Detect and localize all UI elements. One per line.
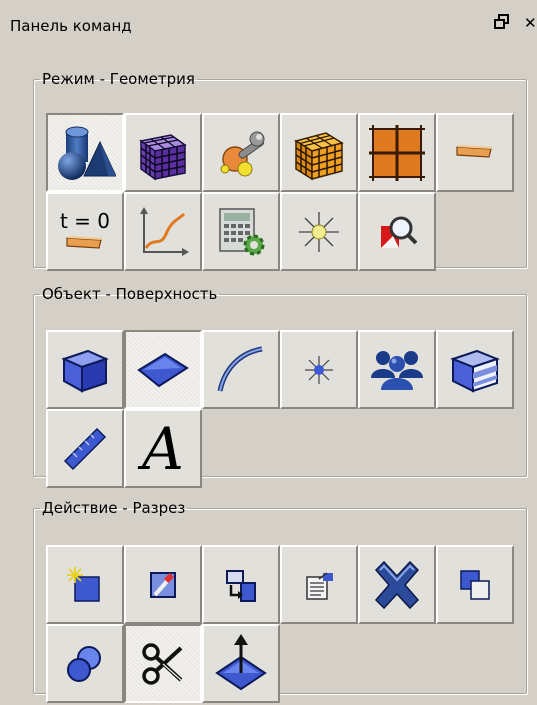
beam-section-button[interactable] — [436, 113, 514, 192]
geometry-primitives-icon — [58, 126, 116, 180]
grid-plane-icon — [369, 124, 425, 181]
transform-button[interactable] — [202, 545, 280, 624]
section-cut-button[interactable] — [124, 624, 202, 703]
text-button[interactable]: A — [124, 409, 202, 488]
transform-icon — [226, 569, 256, 602]
new-object-button[interactable] — [46, 545, 124, 624]
mesh-cube-button[interactable] — [124, 113, 202, 192]
properties-icon — [306, 571, 333, 600]
properties-button[interactable] — [280, 545, 358, 624]
geometry-mode-button[interactable] — [46, 113, 124, 192]
object-button-grid: A — [46, 330, 514, 488]
panel-title-bar: Панель команд ✕ — [0, 0, 537, 44]
ruler-icon — [63, 427, 107, 470]
orange-mesh-cube-icon — [294, 131, 344, 180]
point-icon — [305, 355, 333, 384]
extrude-icon — [215, 633, 267, 690]
tools-button[interactable] — [202, 113, 280, 192]
beam-section-icon — [456, 144, 493, 158]
edit-object-icon — [150, 571, 176, 598]
new-object-icon — [67, 566, 100, 602]
calculator-gear-icon — [219, 207, 265, 255]
curve-button[interactable] — [202, 330, 280, 409]
text-a-icon: A — [142, 414, 184, 483]
ruler-button[interactable] — [46, 409, 124, 488]
surface-button[interactable] — [124, 330, 202, 409]
close-icon[interactable]: ✕ — [524, 16, 537, 31]
zoom-shape-icon — [381, 216, 418, 248]
group-button[interactable] — [358, 330, 436, 409]
float-window-icon[interactable] — [494, 14, 510, 30]
action-button-grid — [46, 545, 514, 703]
group-action-legend: Действие - Разрез — [42, 499, 186, 517]
calculator-button[interactable] — [202, 192, 280, 271]
time-zero-label: t = 0 — [59, 208, 111, 233]
group-people-icon — [371, 350, 423, 390]
time-zero-icon: t = 0 — [60, 210, 110, 254]
panel-title: Панель команд — [10, 17, 132, 35]
group-object-legend: Объект - Поверхность — [42, 285, 218, 303]
copy-icon — [460, 569, 490, 600]
grid-plane-button[interactable] — [358, 113, 436, 192]
group-mode-legend: Режим - Геометрия — [42, 70, 195, 88]
section-cut-icon — [142, 642, 183, 685]
graph-button[interactable] — [124, 192, 202, 271]
layered-box-button[interactable] — [436, 330, 514, 409]
copy-button[interactable] — [436, 545, 514, 624]
solid-box-button[interactable] — [46, 330, 124, 409]
light-burst-icon — [299, 211, 339, 252]
extrude-button[interactable] — [202, 624, 280, 703]
zoom-shape-button[interactable] — [358, 192, 436, 271]
layered-box-icon — [450, 349, 500, 393]
group-action-section: Действие - Разрез — [33, 499, 527, 703]
orange-mesh-button[interactable] — [280, 113, 358, 192]
delete-button[interactable] — [358, 545, 436, 624]
group-object-surface: Объект - Поверхность A — [33, 285, 527, 488]
solid-box-icon — [61, 349, 109, 393]
light-button[interactable] — [280, 192, 358, 271]
mode-button-grid: t = 0 — [46, 113, 514, 271]
boolean-icon — [67, 645, 101, 682]
curve-icon — [217, 346, 263, 392]
tools-wrench-icon — [220, 131, 265, 176]
group-mode-geometry: Режим - Геометрия t = 0 — [33, 70, 527, 271]
surface-icon — [137, 352, 189, 387]
edit-object-button[interactable] — [124, 545, 202, 624]
point-button[interactable] — [280, 330, 358, 409]
time-zero-button[interactable]: t = 0 — [46, 192, 124, 271]
delete-x-icon — [374, 560, 420, 609]
graph-curve-icon — [140, 206, 189, 256]
mesh-cube-icon — [139, 133, 187, 180]
boolean-button[interactable] — [46, 624, 124, 703]
